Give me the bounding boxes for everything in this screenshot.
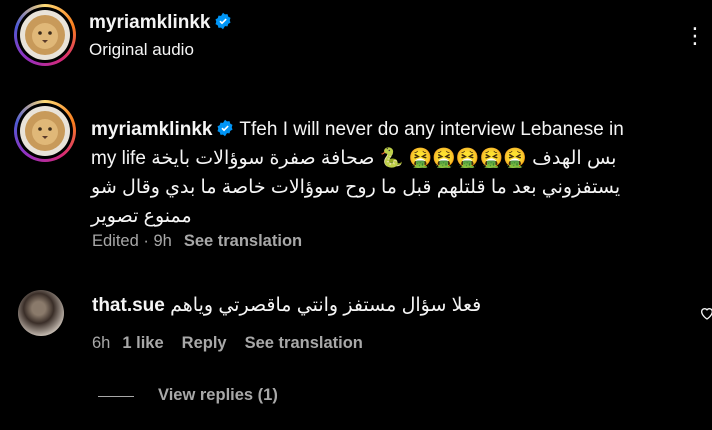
edited-time: Edited · 9h bbox=[92, 232, 172, 250]
verified-badge-icon bbox=[215, 12, 231, 30]
comment-avatar[interactable] bbox=[18, 290, 64, 336]
comment-see-translation-link[interactable]: See translation bbox=[245, 334, 363, 352]
replies-divider bbox=[98, 396, 134, 397]
comment-username[interactable]: that.sue bbox=[92, 295, 165, 316]
verified-badge-icon bbox=[217, 119, 233, 137]
like-heart-icon[interactable] bbox=[699, 305, 712, 321]
original-audio-link[interactable]: Original audio bbox=[89, 40, 194, 60]
comment-likes[interactable]: 1 like bbox=[122, 334, 163, 352]
lion-avatar-icon bbox=[20, 10, 70, 60]
more-options-icon[interactable]: ⋮ bbox=[684, 23, 707, 49]
caption-line-4: ممنوع تصوير bbox=[91, 206, 192, 227]
caption-text: myriamklinkk Tfeh I will never do any in… bbox=[91, 115, 691, 231]
comment-meta: 6h 1 like Reply See translation bbox=[92, 334, 363, 353]
reply-button[interactable]: Reply bbox=[182, 334, 227, 352]
caption-meta: Edited · 9h See translation bbox=[92, 232, 302, 251]
comment-text: فعلا سؤال مستفز وانتي ماقصرتي وياهم bbox=[170, 295, 482, 316]
caption-line-3: يستفزوني بعد ما قلتلهم قبل ما روح سوؤالا… bbox=[91, 177, 621, 198]
comment-body: that.sue فعلا سؤال مستفز وانتي ماقصرتي و… bbox=[92, 294, 481, 317]
avatar[interactable] bbox=[14, 100, 76, 162]
header-username-row[interactable]: myriamklinkk bbox=[89, 12, 232, 34]
see-translation-link[interactable]: See translation bbox=[184, 232, 302, 250]
caption-line-2: my life بس الهدف 🤮🤮🤮🤮🤮 🐍 صحافة صفرة سوؤا… bbox=[91, 148, 617, 169]
comment-time: 6h bbox=[92, 334, 111, 352]
caption-line-1: Tfeh I will never do any interview Leban… bbox=[239, 119, 624, 140]
avatar[interactable] bbox=[14, 4, 76, 66]
header-username[interactable]: myriamklinkk bbox=[89, 12, 210, 33]
lion-avatar-icon bbox=[20, 106, 70, 156]
view-replies-button[interactable]: View replies (1) bbox=[158, 386, 278, 405]
caption-username[interactable]: myriamklinkk bbox=[91, 119, 212, 140]
